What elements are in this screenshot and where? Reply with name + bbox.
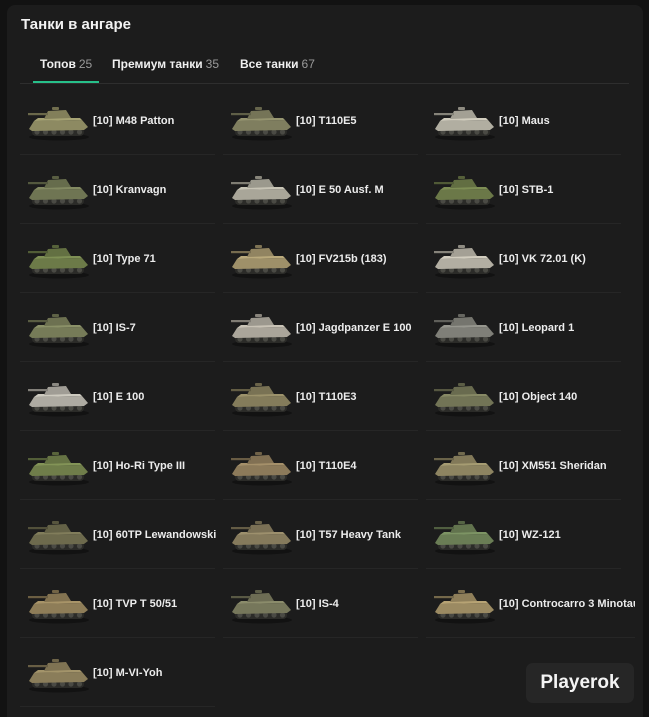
tank-item[interactable]: [10] IS-4 (223, 570, 418, 638)
tank-icon (227, 374, 297, 420)
tank-item[interactable]: [10] T110E5 (223, 87, 418, 155)
tab-label: Топов (40, 57, 76, 71)
tank-icon (24, 98, 94, 144)
tank-name: [10] XM551 Sheridan (499, 459, 607, 472)
tank-item[interactable]: [10] M-VI-Yoh (20, 639, 215, 707)
tank-icon (24, 512, 94, 558)
tab-top-tanks[interactable]: Топов 25 (33, 57, 100, 83)
tank-name: [10] Jagdpanzer E 100 (296, 321, 412, 334)
tank-icon (24, 443, 94, 489)
tank-name: [10] T110E4 (296, 459, 357, 472)
tank-name: [10] T110E3 (296, 390, 357, 403)
tank-name: [10] Object 140 (499, 390, 578, 403)
tank-name: [10] Leopard 1 (499, 321, 575, 334)
tank-item[interactable]: [10] Ho-Ri Type III (20, 432, 215, 500)
tank-icon (24, 167, 94, 213)
tank-item[interactable]: [10] TVP T 50/51 (20, 570, 215, 638)
tank-icon (430, 443, 500, 489)
tank-name: [10] FV215b (183) (296, 252, 387, 265)
tank-name: [10] WZ-121 (499, 528, 561, 541)
tank-icon (24, 581, 94, 627)
tank-icon (24, 305, 94, 351)
tank-icon (430, 167, 500, 213)
tank-name: [10] STB-1 (499, 183, 554, 196)
tank-icon (24, 236, 94, 282)
tank-icon (227, 236, 297, 282)
tank-item[interactable]: [10] Leopard 1 (426, 294, 621, 362)
tank-name: [10] 60TP Lewandowski (93, 528, 217, 541)
tank-icon (430, 236, 500, 282)
tank-item[interactable]: [10] IS-7 (20, 294, 215, 362)
tank-item[interactable]: [10] VK 72.01 (K) (426, 225, 621, 293)
tank-icon (430, 98, 500, 144)
tank-name: [10] M-VI-Yoh (93, 666, 163, 679)
tank-icon (227, 98, 297, 144)
tank-item[interactable]: [10] Maus (426, 87, 621, 155)
tank-name: [10] TVP T 50/51 (93, 597, 178, 610)
tank-icon (430, 581, 500, 627)
tank-name: [10] E 50 Ausf. M (296, 183, 384, 196)
page-title: Танки в ангаре (21, 16, 131, 33)
tank-icon (227, 581, 297, 627)
tab-all-tanks[interactable]: Все танки 67 (233, 57, 322, 83)
tank-icon (227, 167, 297, 213)
tank-icon (24, 374, 94, 420)
tank-item[interactable]: [10] WZ-121 (426, 501, 621, 569)
tank-item[interactable]: [10] STB-1 (426, 156, 621, 224)
tank-name: [10] E 100 (93, 390, 145, 403)
tank-item[interactable]: [10] Type 71 (20, 225, 215, 293)
tab-count: 25 (78, 57, 93, 71)
tank-name: [10] Type 71 (93, 252, 156, 265)
tab-premium-tanks[interactable]: Премиум танки 35 (105, 57, 226, 83)
tab-label: Все танки (240, 57, 299, 71)
tank-item[interactable]: [10] M48 Patton (20, 87, 215, 155)
tank-item[interactable]: [10] T110E3 (223, 363, 418, 431)
hangar-panel: Танки в ангаре Топов 25 Премиум танки 35 В… (7, 5, 643, 717)
tank-name: [10] T110E5 (296, 114, 357, 127)
tank-icon (430, 512, 500, 558)
tank-name: [10] M48 Patton (93, 114, 175, 127)
tank-item[interactable]: [10] T57 Heavy Tank (223, 501, 418, 569)
tank-item[interactable]: [10] Object 140 (426, 363, 621, 431)
tank-item[interactable]: [10] FV215b (183) (223, 225, 418, 293)
tab-label: Премиум танки (112, 57, 203, 71)
tank-name: [10] T57 Heavy Tank (296, 528, 401, 541)
tank-item[interactable]: [10] XM551 Sheridan (426, 432, 621, 500)
tank-name: [10] VK 72.01 (K) (499, 252, 586, 265)
tank-item[interactable]: [10] Controcarro 3 Minotauro (426, 570, 635, 638)
tank-icon (430, 305, 500, 351)
tank-name: [10] Controcarro 3 Minotauro (499, 597, 635, 610)
tab-count: 35 (205, 57, 219, 71)
tank-item[interactable]: [10] Kranvagn (20, 156, 215, 224)
tank-name: [10] IS-4 (296, 597, 339, 610)
tank-icon (227, 443, 297, 489)
tank-item[interactable]: [10] 60TP Lewandowski (20, 501, 217, 569)
tank-item[interactable]: [10] E 50 Ausf. M (223, 156, 418, 224)
playerok-watermark: Playerok (526, 663, 634, 703)
tank-icon (430, 374, 500, 420)
tank-icon (227, 305, 297, 351)
tank-item[interactable]: [10] Jagdpanzer E 100 (223, 294, 418, 362)
tank-item[interactable]: [10] E 100 (20, 363, 215, 431)
tank-item[interactable]: [10] T110E4 (223, 432, 418, 500)
tank-name: [10] Ho-Ri Type III (93, 459, 186, 472)
tank-name: [10] Kranvagn (93, 183, 167, 196)
tank-icon (227, 512, 297, 558)
tank-name: [10] IS-7 (93, 321, 136, 334)
tab-bar: Топов 25 Премиум танки 35 Все танки 67 (20, 49, 629, 84)
tab-count: 67 (301, 57, 315, 71)
tank-name: [10] Maus (499, 114, 550, 127)
tank-icon (24, 650, 94, 696)
